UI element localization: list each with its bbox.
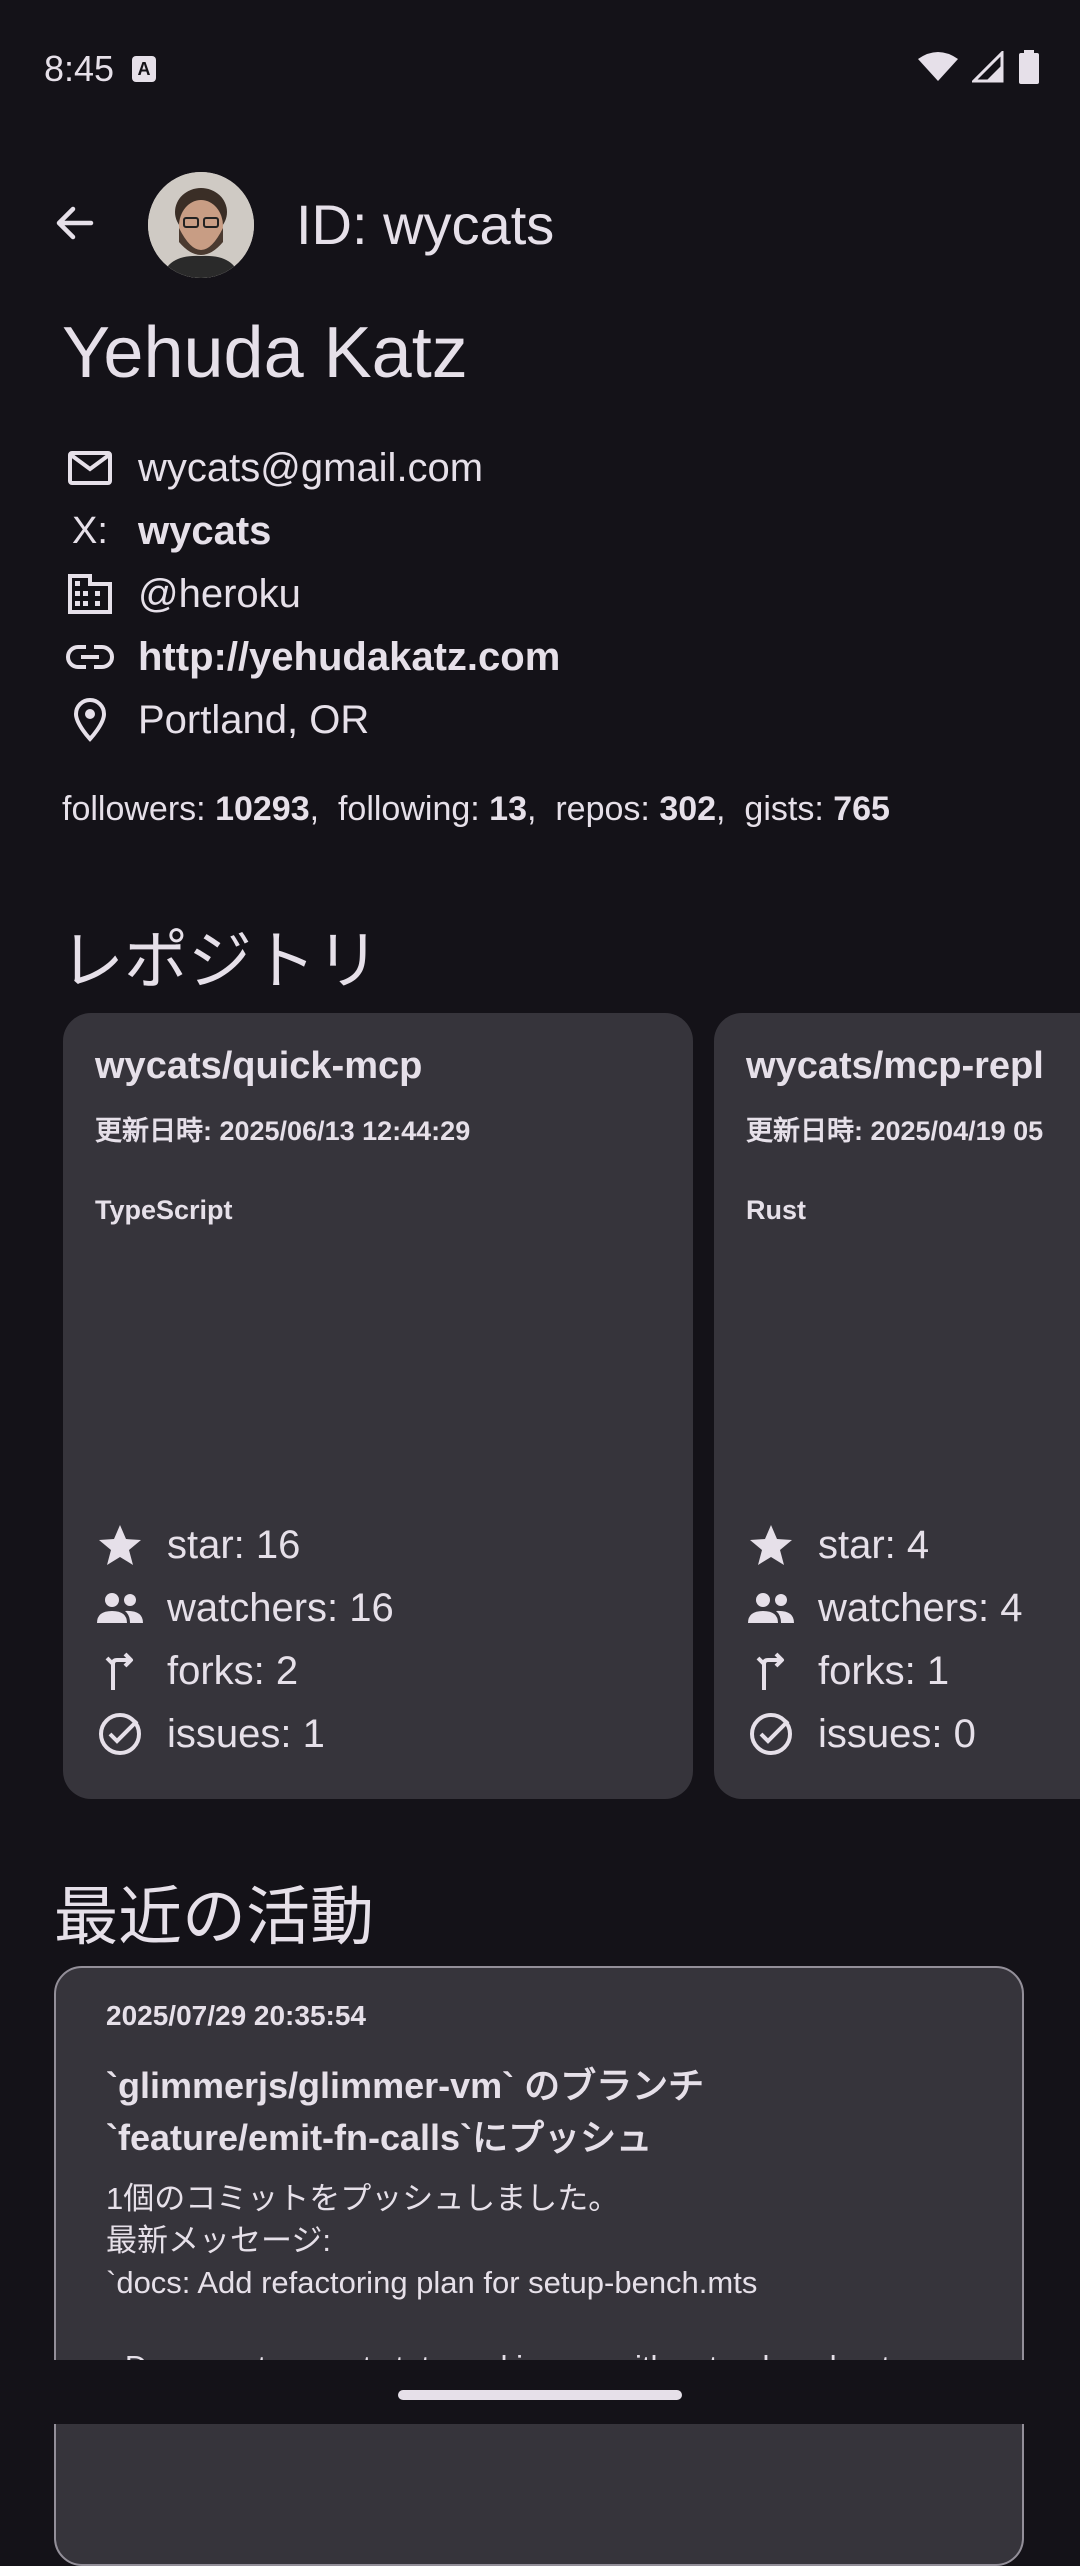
repo-forks-text: forks: 1 bbox=[818, 1648, 950, 1693]
email-row[interactable]: wycats@gmail.com bbox=[64, 440, 483, 496]
stats-separator: , bbox=[527, 790, 537, 828]
blog-link-row[interactable]: http://yehudakatz.com bbox=[64, 629, 560, 685]
user-id-title: ID: wycats bbox=[296, 193, 555, 256]
star-icon bbox=[746, 1520, 796, 1570]
repo-issues-text: issues: 1 bbox=[167, 1711, 325, 1756]
email-text: wycats@gmail.com bbox=[138, 445, 484, 490]
status-time: 8:45 bbox=[44, 48, 115, 89]
repo-stars: star: 16 bbox=[95, 1520, 300, 1570]
arrow-back-icon bbox=[56, 206, 94, 240]
repo-star-text: star: 4 bbox=[818, 1522, 930, 1567]
check-circle-icon bbox=[746, 1709, 796, 1759]
star-icon bbox=[95, 1520, 145, 1570]
repo-language: TypeScript bbox=[95, 1195, 233, 1225]
followers-label: followers: bbox=[62, 790, 216, 828]
mail-icon bbox=[64, 442, 116, 494]
following-count: 13 bbox=[489, 790, 527, 828]
keyboard-indicator-icon: A bbox=[132, 56, 156, 82]
repo-stars: star: 4 bbox=[746, 1520, 929, 1570]
following-label: following: bbox=[337, 790, 490, 828]
company-text: @heroku bbox=[138, 571, 301, 616]
repo-language: Rust bbox=[746, 1195, 806, 1225]
avatar bbox=[148, 172, 254, 278]
stats-separator: , bbox=[716, 790, 726, 828]
repo-name: wycats/quick-mcp bbox=[95, 1045, 423, 1087]
repo-forks: forks: 1 bbox=[746, 1646, 949, 1696]
check-circle-icon bbox=[95, 1709, 145, 1759]
repo-card[interactable]: wycats/quick-mcp 更新日時: 2025/06/13 12:44:… bbox=[63, 1013, 693, 1799]
repo-forks-text: forks: 2 bbox=[167, 1648, 299, 1693]
repo-card[interactable]: wycats/mcp-repl 更新日時: 2025/04/19 05 Rust… bbox=[714, 1013, 1080, 1799]
people-icon bbox=[746, 1583, 796, 1633]
stats-line: followers: 10293, following: 13, repos: … bbox=[62, 790, 890, 829]
activity-body: 1個のコミットをプッシュしました。 最新メッセージ: `docs: Add re… bbox=[106, 2181, 890, 2384]
repo-watchers-text: watchers: 4 bbox=[818, 1585, 1023, 1630]
repo-issues-text: issues: 0 bbox=[818, 1711, 976, 1756]
repo-forks: forks: 2 bbox=[95, 1646, 298, 1696]
people-icon bbox=[95, 1583, 145, 1633]
followers-count: 10293 bbox=[215, 790, 310, 828]
fork-icon bbox=[746, 1646, 796, 1696]
location-text: Portland, OR bbox=[138, 697, 370, 742]
activity-card[interactable]: 2025/07/29 20:35:54 `glimmerjs/glimmer-v… bbox=[54, 1966, 1024, 2566]
battery-icon bbox=[1019, 50, 1039, 84]
signal-icon bbox=[972, 51, 1004, 83]
x-account-row[interactable]: X: wycats bbox=[64, 503, 271, 559]
link-icon bbox=[64, 631, 116, 683]
fork-icon bbox=[95, 1646, 145, 1696]
back-button[interactable] bbox=[44, 192, 106, 254]
activity-title: `glimmerjs/glimmer-vm` のブランチ`feature/emi… bbox=[106, 2065, 705, 2158]
repo-updated: 更新日時: 2025/06/13 12:44:29 bbox=[95, 1116, 471, 1146]
company-row: @heroku bbox=[64, 566, 301, 622]
stats-separator: , bbox=[309, 790, 320, 828]
wifi-icon bbox=[918, 52, 958, 81]
repos-count: 302 bbox=[659, 790, 717, 828]
repo-watchers-text: watchers: 16 bbox=[167, 1585, 394, 1630]
gists-count: 765 bbox=[833, 790, 890, 828]
profile-name: Yehuda Katz bbox=[62, 313, 468, 393]
x-label: X: bbox=[72, 509, 108, 552]
status-icons bbox=[918, 50, 1040, 84]
repos-section-title: レポジトリ bbox=[60, 925, 380, 997]
location-pin-icon bbox=[64, 694, 116, 746]
repo-name: wycats/mcp-repl bbox=[746, 1045, 1044, 1087]
blog-link-text[interactable]: http://yehudakatz.com bbox=[138, 635, 560, 680]
repo-star-text: star: 16 bbox=[167, 1522, 301, 1567]
activity-date: 2025/07/29 20:35:54 bbox=[106, 2000, 366, 2031]
repo-updated: 更新日時: 2025/04/19 05 bbox=[746, 1116, 1044, 1146]
x-handle-text: wycats bbox=[138, 508, 272, 553]
repo-issues: issues: 1 bbox=[95, 1709, 325, 1759]
gists-label: gists: bbox=[744, 790, 834, 828]
repo-issues: issues: 0 bbox=[746, 1709, 976, 1759]
location-row: Portland, OR bbox=[64, 692, 369, 748]
building-icon bbox=[64, 568, 116, 620]
repo-watchers: watchers: 16 bbox=[95, 1583, 394, 1633]
repos-label: repos: bbox=[555, 790, 660, 828]
activity-section-title: 最近の活動 bbox=[54, 1881, 374, 1953]
home-indicator[interactable] bbox=[398, 2390, 682, 2400]
repo-watchers: watchers: 4 bbox=[746, 1583, 1023, 1633]
